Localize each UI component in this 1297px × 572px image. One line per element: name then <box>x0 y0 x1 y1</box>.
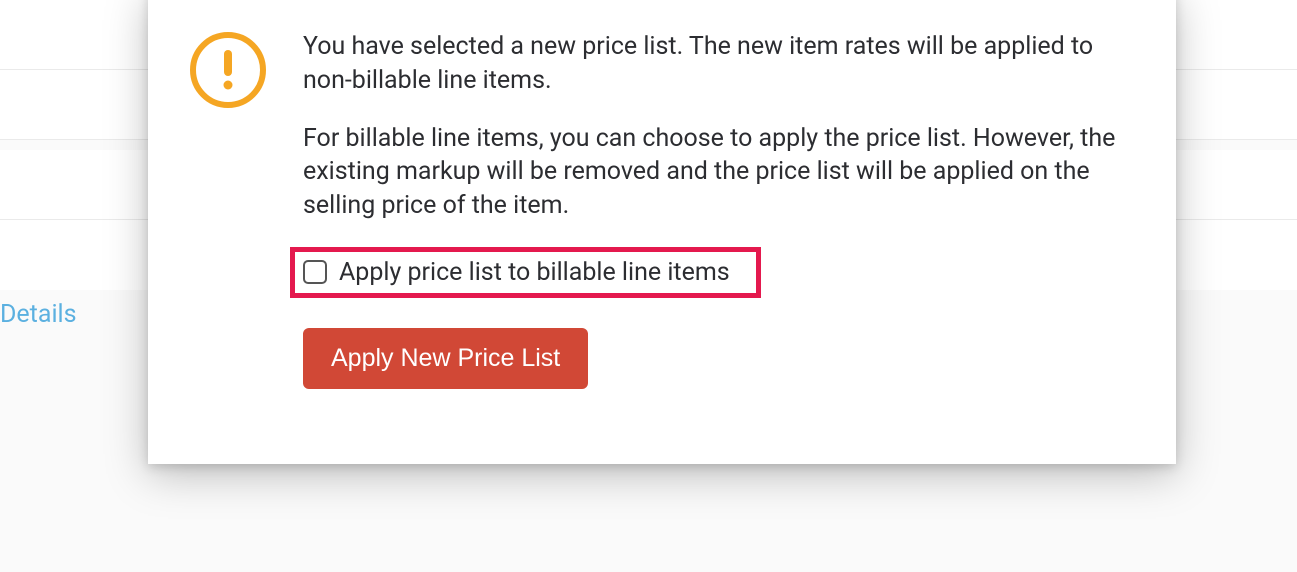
warning-icon <box>188 25 268 389</box>
modal-paragraph-1: You have selected a new price list. The … <box>303 30 1116 98</box>
price-list-modal: You have selected a new price list. The … <box>148 0 1176 464</box>
modal-body: You have selected a new price list. The … <box>303 25 1116 389</box>
modal-paragraph-2: For billable line items, you can choose … <box>303 122 1116 223</box>
apply-new-price-list-button[interactable]: Apply New Price List <box>303 328 588 389</box>
details-tab-label: Details <box>0 300 77 329</box>
apply-billable-checkbox[interactable] <box>303 260 327 284</box>
apply-billable-checkbox-row[interactable]: Apply price list to billable line items <box>290 247 761 298</box>
apply-billable-checkbox-label: Apply price list to billable line items <box>339 258 730 287</box>
